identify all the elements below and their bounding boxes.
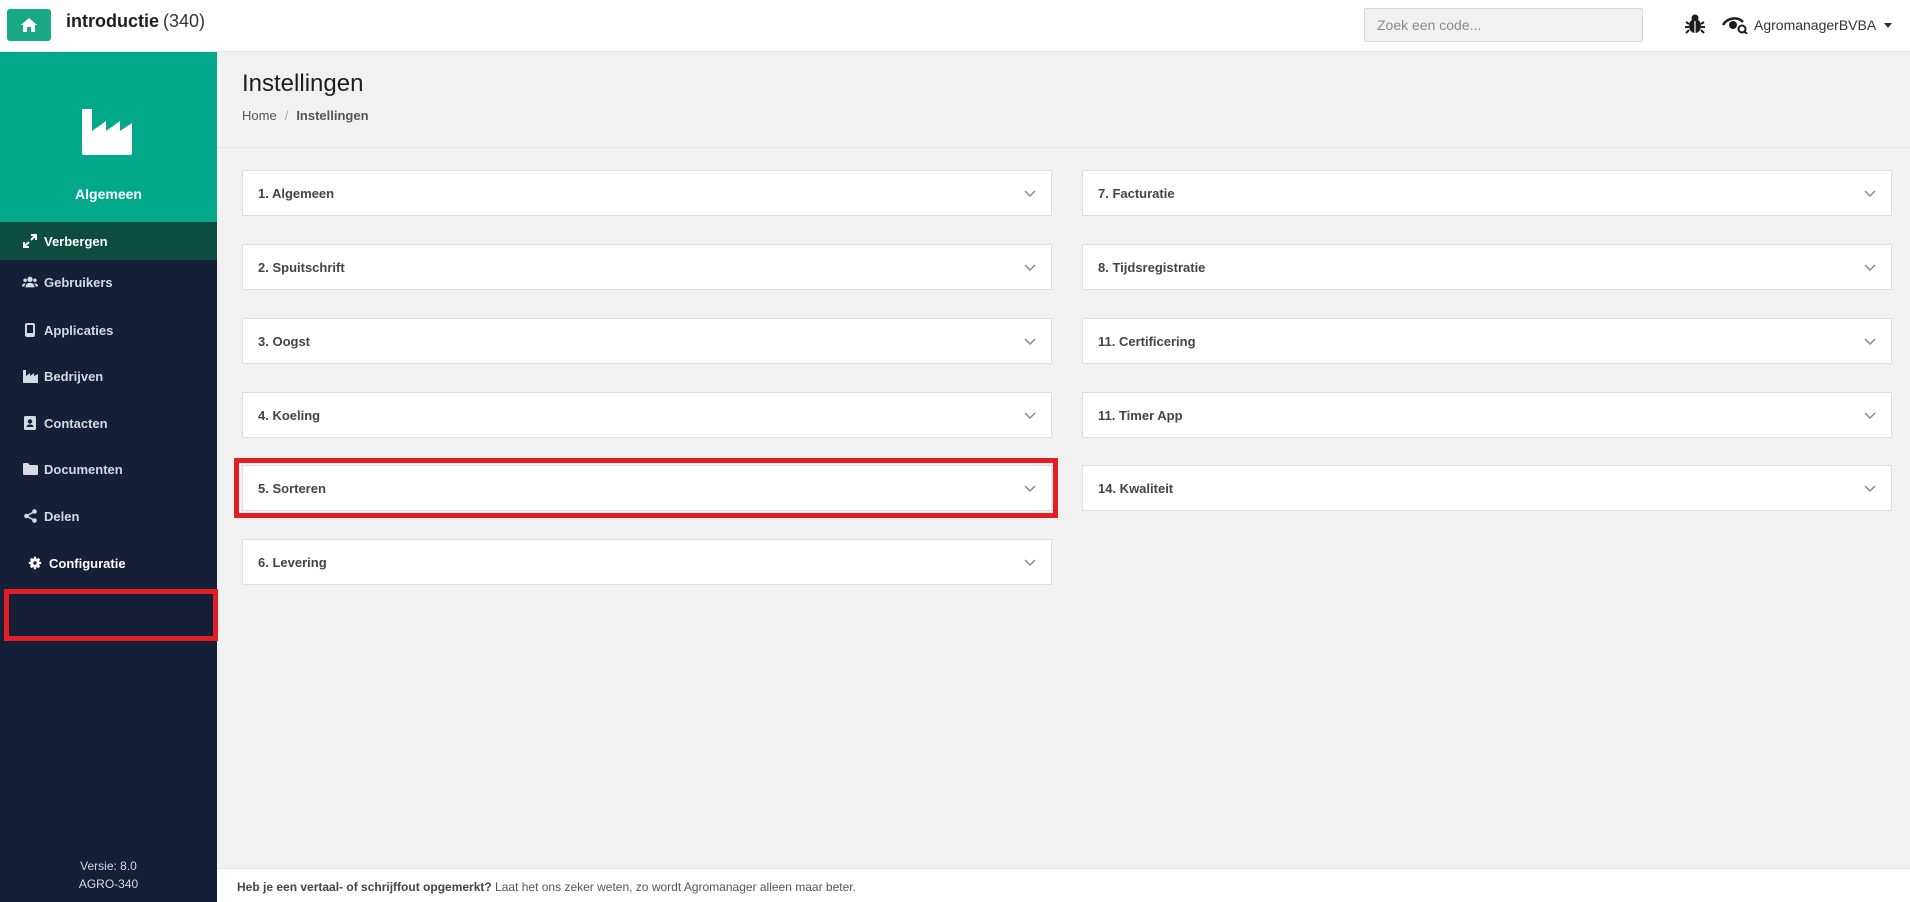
version-info: Versie: 8.0 AGRO-340 [0,857,217,893]
contact-book-icon [22,415,38,431]
top-bar: introductie(340) AgromanagerBVBA [0,0,1910,52]
panel-label: 3. Oogst [258,334,311,349]
breadcrumb-home[interactable]: Home [242,108,277,123]
chevron-down-icon [1864,190,1876,198]
page-title: Instellingen [242,70,364,97]
mobile-icon [22,322,38,338]
chevron-down-icon [1864,264,1876,272]
app-count: (340) [163,11,206,31]
hide-label: Verbergen [44,233,108,249]
panel-label: 11. Certificering [1098,334,1196,349]
chevron-down-icon [1864,412,1876,420]
chevron-down-icon [1024,264,1036,272]
settings-panel-certificering[interactable]: 11. Certificering [1082,318,1892,364]
chevron-down-icon [1864,485,1876,493]
sidebar-item-contacts[interactable]: Contacten [0,403,217,443]
sidebar-item-configuration[interactable]: Configuratie [5,543,205,583]
chevron-down-icon [1024,559,1036,567]
settings-panel-koeling[interactable]: 4. Koeling [242,392,1052,438]
bug-icon[interactable] [1684,13,1706,35]
divider [217,147,1910,148]
panel-label: 2. Spuitschrift [258,260,345,275]
settings-panel-facturatie[interactable]: 7. Facturatie [1082,170,1892,216]
user-name: AgromanagerBVBA [1754,17,1877,33]
hide-sidebar-button[interactable]: Verbergen [0,222,217,260]
sidebar: Algemeen Verbergen Gebruikers Applicatie… [0,52,218,902]
panel-label: 11. Timer App [1098,408,1183,423]
highlight-box [234,458,1058,518]
settings-panel-tijdsregistratie[interactable]: 8. Tijdsregistratie [1082,244,1892,290]
chevron-down-icon [1024,412,1036,420]
share-icon [22,508,38,524]
users-icon [22,274,38,290]
sidebar-header: Algemeen [0,52,217,222]
panel-label: 6. Levering [258,555,327,570]
feedback-text: Heb je een vertaal- of schrijffout opgem… [237,880,856,894]
build-label: AGRO-340 [78,877,139,891]
chevron-down-icon [1024,338,1036,346]
panel-label: 4. Koeling [258,408,321,423]
home-icon [21,18,37,32]
app-name: introductie [66,11,159,31]
settings-panel-algemeen[interactable]: 1. Algemeen [242,170,1052,216]
search-input[interactable] [1364,8,1643,42]
sidebar-item-documents[interactable]: Documenten [0,449,217,489]
breadcrumb: Home / Instellingen [242,108,369,123]
chevron-down-icon [1864,338,1876,346]
panel-label: 7. Facturatie [1098,186,1175,201]
panel-label: 8. Tijdsregistratie [1098,260,1206,275]
panel-label: 1. Algemeen [258,186,335,201]
sidebar-item-users[interactable]: Gebruikers [0,262,217,302]
breadcrumb-current: Instellingen [296,108,369,123]
feedback-bold: Heb je een vertaal- of schrijffout opgem… [237,880,492,894]
sidebar-item-label: Configuratie [49,555,126,571]
factory-icon [82,109,132,155]
settings-panel-spuitschrift[interactable]: 2. Spuitschrift [242,244,1052,290]
app-title: introductie (340) [66,11,205,32]
sidebar-item-label: Contacten [44,415,108,431]
highlight-box [4,589,218,641]
footer: Heb je een vertaal- of schrijffout opgem… [217,868,1910,902]
settings-panel-levering[interactable]: 6. Levering [242,539,1052,585]
chevron-down-icon [1884,22,1893,28]
settings-panel-kwaliteit[interactable]: 14. Kwaliteit [1082,465,1892,511]
factory-icon [22,368,38,384]
breadcrumb-separator: / [284,108,289,123]
feedback-rest: Laat het ons zeker weten, zo wordt Agrom… [491,880,856,894]
home-button[interactable] [7,9,51,41]
folder-icon [22,461,38,477]
panel-label: 14. Kwaliteit [1098,481,1174,496]
sidebar-title: Algemeen [75,186,142,202]
sidebar-item-label: Gebruikers [44,274,113,290]
sidebar-item-label: Bedrijven [44,368,104,384]
sidebar-item-label: Documenten [44,461,123,477]
compress-icon [22,233,38,249]
sidebar-item-applications[interactable]: Applicaties [0,310,217,350]
gear-icon [27,555,43,571]
sidebar-item-label: Applicaties [44,322,114,338]
settings-panel-timer-app[interactable]: 11. Timer App [1082,392,1892,438]
sidebar-item-share[interactable]: Delen [0,496,217,536]
eye-icon [1722,17,1748,34]
user-menu[interactable]: AgromanagerBVBA [1722,13,1893,37]
version-label: Versie: 8.0 [80,859,137,873]
sidebar-item-companies[interactable]: Bedrijven [0,356,217,396]
settings-panel-oogst[interactable]: 3. Oogst [242,318,1052,364]
sidebar-item-label: Delen [44,508,80,524]
chevron-down-icon [1024,190,1036,198]
